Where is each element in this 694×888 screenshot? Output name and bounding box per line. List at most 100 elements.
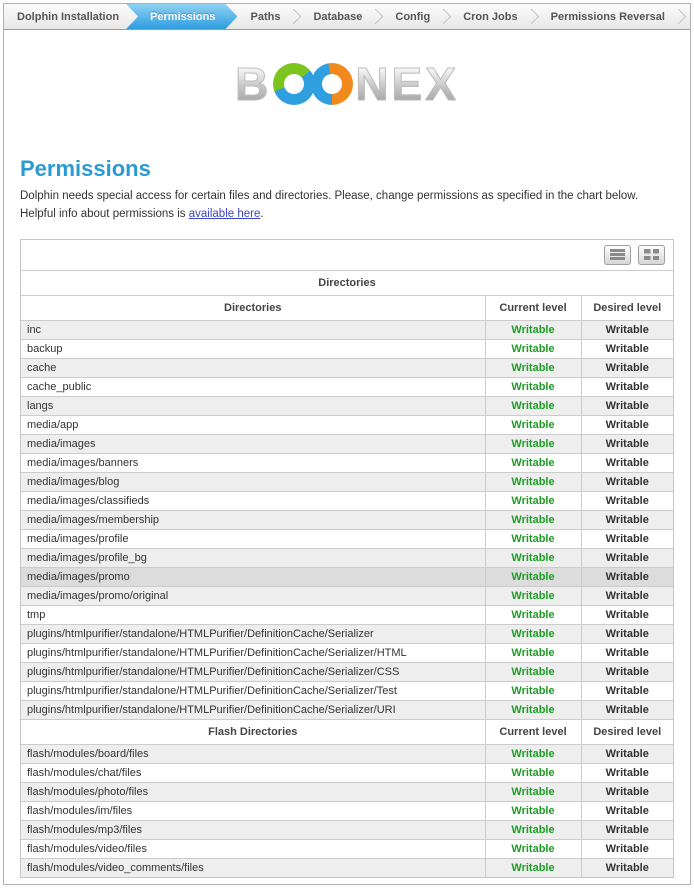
table-row: plugins/htmlpurifier/standalone/HTMLPuri… — [21, 700, 673, 719]
directory-cell: media/images/blog — [21, 472, 485, 491]
desired-level-cell: Writable — [581, 358, 673, 377]
current-level-cell: Writable — [485, 358, 581, 377]
current-level-cell: Writable — [485, 415, 581, 434]
current-level-cell: Writable — [485, 567, 581, 586]
list-view-button[interactable] — [604, 245, 631, 265]
desired-level-cell: Writable — [581, 548, 673, 567]
directory-cell: cache — [21, 358, 485, 377]
nav-item-permissions[interactable]: Permissions — [126, 4, 237, 29]
current-level-cell: Writable — [485, 744, 581, 763]
grid-view-button[interactable] — [638, 245, 665, 265]
directory-cell: flash/modules/chat/files — [21, 763, 485, 782]
current-level-cell: Writable — [485, 529, 581, 548]
table-row: langsWritableWritable — [21, 396, 673, 415]
list-view-icon — [610, 249, 625, 260]
table-caption: Directories — [21, 271, 673, 296]
page-container: Dolphin InstallationPermissionsPathsData… — [3, 3, 691, 885]
table-row: media/images/bannersWritableWritable — [21, 453, 673, 472]
desired-level-cell: Writable — [581, 643, 673, 662]
current-level-header: Current level — [485, 719, 581, 744]
table-row: flash/modules/mp3/filesWritableWritable — [21, 820, 673, 839]
current-level-cell: Writable — [485, 396, 581, 415]
table-row: flash/modules/chat/filesWritableWritable — [21, 763, 673, 782]
description-text: Dolphin needs special access for certain… — [20, 190, 638, 220]
desired-level-cell: Writable — [581, 681, 673, 700]
nav-item-cron-jobs[interactable]: Cron Jobs — [450, 4, 530, 29]
desired-level-cell: Writable — [581, 820, 673, 839]
directory-cell: backup — [21, 339, 485, 358]
table-row: media/images/profileWritableWritable — [21, 529, 673, 548]
current-level-cell: Writable — [485, 782, 581, 801]
content-area: B NEX Permissions Dolphin needs special … — [4, 56, 690, 884]
directory-cell: plugins/htmlpurifier/standalone/HTMLPuri… — [21, 643, 485, 662]
desired-level-cell: Writable — [581, 396, 673, 415]
current-level-cell: Writable — [485, 700, 581, 719]
boonex-logo: B NEX — [20, 56, 674, 112]
page-description: Dolphin needs special access for certain… — [20, 188, 674, 224]
current-level-cell: Writable — [485, 586, 581, 605]
directory-cell: media/images/banners — [21, 453, 485, 472]
current-level-cell: Writable — [485, 491, 581, 510]
desired-level-cell: Writable — [581, 453, 673, 472]
page-title: Permissions — [20, 156, 674, 182]
table-row: flash/modules/photo/filesWritableWritabl… — [21, 782, 673, 801]
current-level-cell: Writable — [485, 839, 581, 858]
directory-cell: tmp — [21, 605, 485, 624]
directory-cell: flash/modules/video_comments/files — [21, 858, 485, 877]
current-level-cell: Writable — [485, 820, 581, 839]
table-row: media/images/promoWritableWritable — [21, 567, 673, 586]
view-toolbar — [21, 240, 673, 271]
section-header-row: Flash DirectoriesCurrent levelDesired le… — [21, 719, 673, 744]
nav-item-dolphin-installation[interactable]: Dolphin Installation — [4, 4, 132, 29]
table-row: media/appWritableWritable — [21, 415, 673, 434]
table-row: plugins/htmlpurifier/standalone/HTMLPuri… — [21, 624, 673, 643]
directory-cell: plugins/htmlpurifier/standalone/HTMLPuri… — [21, 624, 485, 643]
table-row: media/images/membershipWritableWritable — [21, 510, 673, 529]
grid-view-icon — [644, 249, 659, 260]
logo-letter-b: B — [235, 61, 271, 107]
current-level-cell: Writable — [485, 858, 581, 877]
desired-level-cell: Writable — [581, 858, 673, 877]
desired-level-cell: Writable — [581, 586, 673, 605]
directory-cell: plugins/htmlpurifier/standalone/HTMLPuri… — [21, 700, 485, 719]
current-level-cell: Writable — [485, 605, 581, 624]
directory-cell: media/images/profile — [21, 529, 485, 548]
logo-green-blue-ring-icon — [273, 63, 315, 105]
directory-cell: media/app — [21, 415, 485, 434]
desired-level-cell: Writable — [581, 839, 673, 858]
desired-level-cell: Writable — [581, 567, 673, 586]
table-row: media/images/classifiedsWritableWritable — [21, 491, 673, 510]
available-here-link[interactable]: available here — [189, 208, 261, 220]
description-suffix: . — [260, 208, 263, 220]
table-row: media/imagesWritableWritable — [21, 434, 673, 453]
table-row: plugins/htmlpurifier/standalone/HTMLPuri… — [21, 643, 673, 662]
directory-cell: media/images/promo/original — [21, 586, 485, 605]
table-row: plugins/htmlpurifier/standalone/HTMLPuri… — [21, 681, 673, 700]
desired-level-cell: Writable — [581, 529, 673, 548]
directory-cell: plugins/htmlpurifier/standalone/HTMLPuri… — [21, 662, 485, 681]
current-level-cell: Writable — [485, 624, 581, 643]
table-row: flash/modules/im/filesWritableWritable — [21, 801, 673, 820]
directory-cell: inc — [21, 320, 485, 339]
nav-item-database[interactable]: Database — [300, 4, 375, 29]
directory-cell: flash/modules/im/files — [21, 801, 485, 820]
current-level-cell: Writable — [485, 763, 581, 782]
directory-cell: flash/modules/photo/files — [21, 782, 485, 801]
desired-level-cell: Writable — [581, 744, 673, 763]
current-level-cell: Writable — [485, 548, 581, 567]
nav-item-permissions-reversal[interactable]: Permissions Reversal — [538, 4, 678, 29]
table-row: plugins/htmlpurifier/standalone/HTMLPuri… — [21, 662, 673, 681]
current-level-cell: Writable — [485, 681, 581, 700]
directory-cell: langs — [21, 396, 485, 415]
current-level-cell: Writable — [485, 801, 581, 820]
desired-level-cell: Writable — [581, 662, 673, 681]
desired-level-cell: Writable — [581, 700, 673, 719]
desired-level-cell: Writable — [581, 782, 673, 801]
table-row: backupWritableWritable — [21, 339, 673, 358]
current-level-cell: Writable — [485, 320, 581, 339]
section-header-label: Directories — [21, 295, 485, 320]
permissions-panel: DirectoriesDirectoriesCurrent levelDesir… — [20, 239, 674, 878]
nav-item-config[interactable]: Config — [382, 4, 443, 29]
desired-level-cell: Writable — [581, 377, 673, 396]
directory-cell: media/images/promo — [21, 567, 485, 586]
